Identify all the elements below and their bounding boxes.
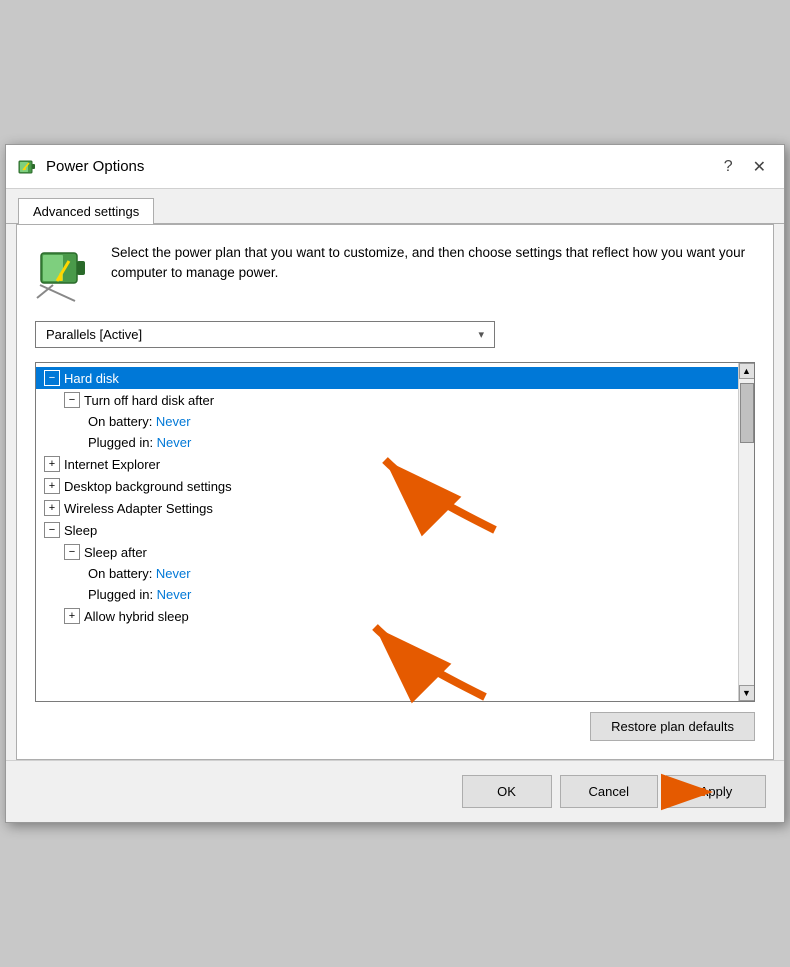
restore-plan-defaults-button[interactable]: Restore plan defaults [590, 712, 755, 741]
chevron-down-icon: ▾ [478, 328, 484, 341]
item-label: Plugged in: Never [88, 435, 191, 450]
tree-item-sleep-after[interactable]: − Sleep after [36, 541, 738, 563]
tree-item-hard-disk[interactable]: − Hard disk [36, 367, 738, 389]
help-button[interactable]: ? [716, 156, 741, 178]
tree-item-desktop-bg[interactable]: + Desktop background settings [36, 475, 738, 497]
title-text: Power Options [46, 158, 144, 175]
tree-item-sleep-battery[interactable]: On battery: Never [36, 563, 738, 584]
description-area: Select the power plan that you want to c… [35, 243, 755, 303]
item-label: On battery: Never [88, 414, 191, 429]
apply-button[interactable]: Apply [666, 775, 766, 808]
title-bar: Power Options ? ✕ [6, 145, 784, 189]
scroll-track[interactable] [739, 379, 754, 685]
dropdown-value: Parallels [Active] [46, 327, 142, 342]
tree-item-turn-off[interactable]: − Turn off hard disk after [36, 389, 738, 411]
plan-dropdown[interactable]: Parallels [Active] ▾ [35, 321, 495, 348]
tree-list: − Hard disk − Turn off hard disk after O… [36, 363, 738, 701]
footer: OK Cancel Apply [6, 760, 784, 822]
scroll-thumb[interactable] [740, 383, 754, 443]
tree-item-internet-explorer[interactable]: + Internet Explorer [36, 453, 738, 475]
tree-item-wireless[interactable]: + Wireless Adapter Settings [36, 497, 738, 519]
expander-icon[interactable]: − [64, 544, 80, 560]
expander-icon[interactable]: − [44, 522, 60, 538]
expander-icon[interactable]: − [44, 370, 60, 386]
tree-wrapper: − Hard disk − Turn off hard disk after O… [35, 362, 755, 702]
item-label: Hard disk [64, 371, 119, 386]
power-icon [16, 156, 38, 178]
title-bar-right: ? ✕ [716, 155, 774, 179]
item-label: Plugged in: Never [88, 587, 191, 602]
expander-icon[interactable]: + [44, 478, 60, 494]
item-label: Internet Explorer [64, 457, 160, 472]
main-content: Select the power plan that you want to c… [16, 224, 774, 760]
title-bar-left: Power Options [16, 156, 144, 178]
item-label: Sleep [64, 523, 97, 538]
item-label: Wireless Adapter Settings [64, 501, 213, 516]
expander-icon[interactable]: + [64, 608, 80, 624]
cancel-button[interactable]: Cancel [560, 775, 658, 808]
item-label: Desktop background settings [64, 479, 232, 494]
dropdown-row: Parallels [Active] ▾ [35, 321, 755, 348]
expander-icon[interactable]: + [44, 500, 60, 516]
tab-advanced-settings[interactable]: Advanced settings [18, 198, 154, 224]
scrollbar[interactable]: ▲ ▼ [738, 363, 754, 701]
battery-illustration-icon [35, 243, 95, 303]
scroll-down-button[interactable]: ▼ [739, 685, 755, 701]
item-label: On battery: Never [88, 566, 191, 581]
tree-item-on-battery[interactable]: On battery: Never [36, 411, 738, 432]
description-text: Select the power plan that you want to c… [111, 243, 755, 284]
expander-icon[interactable]: + [44, 456, 60, 472]
tree-item-hybrid-sleep[interactable]: + Allow hybrid sleep [36, 605, 738, 627]
scroll-up-button[interactable]: ▲ [739, 363, 755, 379]
power-options-dialog: Power Options ? ✕ Advanced settings [5, 144, 785, 823]
ok-button[interactable]: OK [462, 775, 552, 808]
tree-container: − Hard disk − Turn off hard disk after O… [35, 362, 755, 702]
tree-item-sleep-plugged[interactable]: Plugged in: Never [36, 584, 738, 605]
tree-item-plugged-in-1[interactable]: Plugged in: Never [36, 432, 738, 453]
restore-row: Restore plan defaults [35, 712, 755, 741]
expander-icon[interactable]: − [64, 392, 80, 408]
item-label: Allow hybrid sleep [84, 609, 189, 624]
tree-item-sleep[interactable]: − Sleep [36, 519, 738, 541]
item-label: Sleep after [84, 545, 147, 560]
close-button[interactable]: ✕ [745, 155, 774, 179]
tab-area: Advanced settings [6, 189, 784, 224]
item-label: Turn off hard disk after [84, 393, 214, 408]
